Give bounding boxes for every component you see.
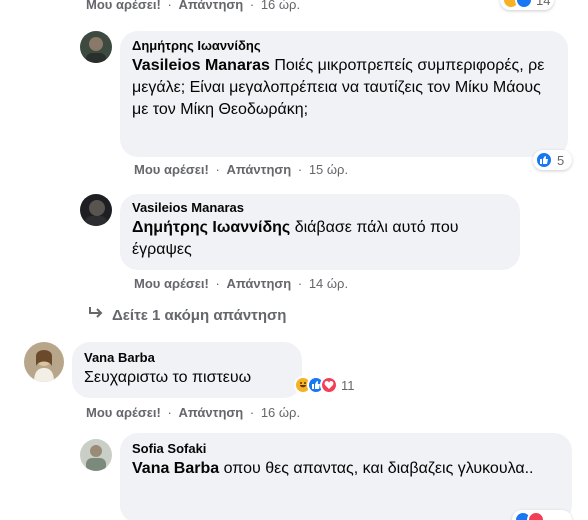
- comment-time[interactable]: 16 ώρ.: [261, 0, 300, 12]
- like-action[interactable]: Μου αρέσει!: [86, 405, 161, 420]
- separator: ·: [297, 276, 303, 291]
- separator: ·: [249, 0, 255, 12]
- view-more-replies-link[interactable]: Δείτε 1 ακόμη απάντηση: [88, 306, 286, 324]
- comment-time[interactable]: 15 ώρ.: [309, 162, 348, 177]
- comment-author[interactable]: Δημήτρης Ιωαννίδης: [132, 38, 556, 53]
- separator: ·: [215, 162, 220, 177]
- reply-action[interactable]: Απάντηση: [178, 0, 243, 12]
- comment-actions: Μου αρέσει! · Απάντηση · 16 ώρ.: [86, 405, 300, 420]
- comment-text: Vasileios Manaras Ποιές μικροπρεπείς συμ…: [132, 55, 556, 121]
- like-action[interactable]: Μου αρέσει!: [86, 0, 161, 12]
- comment-actions-top: Μου αρέσει! · Απάντηση · 16 ώρ.: [86, 0, 300, 12]
- reaction-count: 5: [557, 152, 565, 168]
- like-action[interactable]: Μου αρέσει!: [134, 276, 209, 291]
- avatar[interactable]: [80, 194, 112, 226]
- reply-arrow-icon: [88, 306, 104, 324]
- reaction-summary[interactable]: 5: [533, 150, 573, 170]
- reaction-count: 11: [341, 377, 355, 393]
- reply-bubble: Vasileios Manaras Δημήτρης Ιωαννίδης διά…: [120, 194, 520, 270]
- comment-actions: Μου αρέσει! · Απάντηση · 14 ώρ.: [134, 276, 348, 291]
- mention-link[interactable]: Δημήτρης Ιωαννίδης: [132, 219, 290, 236]
- comment-bubble: Vana Barba Σευχαριστω το πιστευω: [72, 342, 302, 398]
- separator: ·: [167, 405, 172, 420]
- reply-bubble: Sofia Sofaki Vana Barba οπου θες απαντας…: [120, 433, 572, 520]
- like-icon: [535, 151, 553, 169]
- comment-actions: Μου αρέσει! · Απάντηση · 15 ώρ.: [134, 162, 348, 177]
- reply-action[interactable]: Απάντηση: [226, 162, 291, 177]
- comment-body: Σευχαριστω το πιστευω: [84, 369, 252, 386]
- comment-text: Δημήτρης Ιωαννίδης διάβασε πάλι αυτό που…: [132, 217, 508, 261]
- avatar[interactable]: [80, 31, 112, 63]
- separator: ·: [297, 162, 303, 177]
- comment-author[interactable]: Vana Barba: [84, 350, 290, 365]
- reaction-summary-top[interactable]: 14: [500, 0, 555, 10]
- avatar[interactable]: [24, 342, 64, 382]
- like-icon: [515, 0, 533, 9]
- reply-action[interactable]: Απάντηση: [178, 405, 243, 420]
- reaction-summary[interactable]: [512, 510, 572, 520]
- comment-author[interactable]: Vasileios Manaras: [132, 200, 508, 215]
- comment-text: Vana Barba οπου θες απαντας, και διαβαζε…: [132, 458, 560, 480]
- reply-action[interactable]: Απάντηση: [226, 276, 291, 291]
- reaction-count: 14: [536, 0, 551, 8]
- comment-time[interactable]: 14 ώρ.: [309, 276, 348, 291]
- comment-time[interactable]: 16 ώρ.: [261, 405, 300, 420]
- reply-bubble: Δημήτρης Ιωαννίδης Vasileios Manaras Ποι…: [120, 31, 568, 157]
- mention-link[interactable]: Vasileios Manaras: [132, 57, 270, 74]
- separator: ·: [167, 0, 172, 12]
- love-icon: [527, 511, 545, 520]
- mention-link[interactable]: Vana Barba: [132, 460, 219, 477]
- separator: ·: [249, 405, 255, 420]
- comment-author[interactable]: Sofia Sofaki: [132, 441, 560, 456]
- avatar[interactable]: [80, 439, 112, 471]
- love-icon: [320, 376, 338, 394]
- comment-body: οπου θες απαντας, και διαβαζεις γλυκουλα…: [223, 460, 534, 477]
- reaction-summary[interactable]: 11: [292, 375, 359, 395]
- separator: ·: [215, 276, 220, 291]
- view-more-replies-label: Δείτε 1 ακόμη απάντηση: [112, 306, 287, 324]
- like-action[interactable]: Μου αρέσει!: [134, 162, 209, 177]
